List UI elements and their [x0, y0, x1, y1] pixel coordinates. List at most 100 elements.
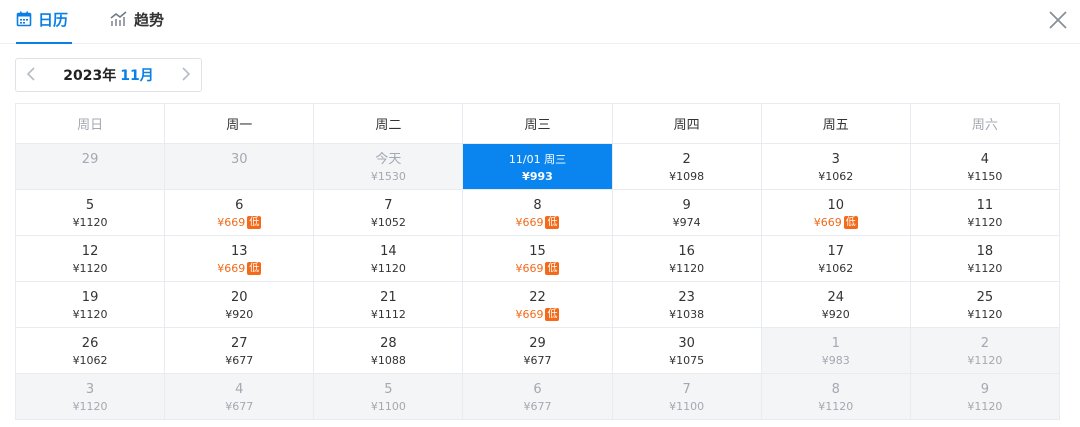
price-value: ¥1120 [72, 308, 108, 321]
day-cell[interactable]: 9 ¥974 [612, 190, 762, 236]
day-cell[interactable]: 2 ¥1120 [910, 328, 1060, 374]
day-price: ¥1062 [762, 260, 910, 277]
day-cell[interactable]: 20 ¥920 [165, 282, 315, 328]
day-cell[interactable]: 30 [165, 144, 315, 190]
low-price-badge: 低 [545, 262, 560, 275]
price-value: ¥669 [515, 262, 544, 275]
day-cell[interactable]: 3 ¥1062 [761, 144, 911, 190]
day-cell[interactable]: 15 ¥669 低 [463, 236, 613, 282]
low-price-badge: 低 [545, 308, 560, 321]
price-value: ¥669 [217, 216, 246, 229]
day-price: ¥1038 [613, 306, 761, 323]
price-value: ¥1120 [72, 262, 108, 275]
week-row: 3 ¥1120 4 ¥677 5 ¥1100 6 ¥677 7 ¥1100 8 ¥1120 9 ¥1120 [16, 374, 1060, 420]
next-month-button[interactable] [171, 59, 201, 91]
day-price: ¥1120 [16, 398, 164, 415]
day-cell-selected[interactable]: 11/01 周三 ¥993 [463, 144, 613, 190]
day-cell[interactable]: 29 [16, 144, 166, 190]
day-cell[interactable]: 2 ¥1098 [612, 144, 762, 190]
day-cell[interactable]: 13 ¥669 低 [165, 236, 315, 282]
price-value: ¥1062 [818, 262, 854, 275]
tab-calendar[interactable]: 日历 [16, 8, 72, 44]
day-cell[interactable]: 8 ¥669 低 [463, 190, 613, 236]
day-cell[interactable]: 8 ¥1120 [761, 374, 911, 420]
day-cell[interactable]: 17 ¥1062 [761, 236, 911, 282]
price-value: ¥1120 [669, 262, 705, 275]
trend-icon [110, 8, 128, 31]
day-price: ¥669 低 [165, 214, 313, 231]
day-number: 14 [380, 244, 397, 259]
day-price: ¥669 低 [463, 306, 611, 323]
month-selector: 2023年 11月 [15, 58, 202, 92]
day-cell[interactable]: 5 ¥1120 [16, 190, 166, 236]
day-cell[interactable]: 25 ¥1120 [910, 282, 1060, 328]
day-price: ¥1062 [762, 168, 910, 185]
day-price: ¥1120 [911, 398, 1059, 415]
price-value: ¥1038 [669, 308, 705, 321]
day-cell[interactable]: 4 ¥1150 [910, 144, 1060, 190]
day-cell[interactable]: 21 ¥1112 [314, 282, 464, 328]
day-cell[interactable]: 3 ¥1120 [16, 374, 166, 420]
chevron-left-icon [26, 65, 36, 86]
day-price: ¥677 [463, 398, 611, 415]
price-value: ¥983 [821, 354, 850, 367]
day-number: 3 [85, 382, 95, 397]
day-number: 17 [827, 244, 845, 259]
day-number: 4 [235, 382, 244, 397]
day-cell[interactable]: 10 ¥669 低 [761, 190, 911, 236]
day-price: ¥1112 [314, 306, 462, 323]
day-cell[interactable]: 29 ¥677 [463, 328, 613, 374]
day-cell[interactable]: 6 ¥669 低 [165, 190, 315, 236]
day-cell[interactable]: 7 ¥1052 [314, 190, 464, 236]
tab-trend[interactable]: 趋势 [110, 8, 164, 44]
close-button[interactable] [1048, 10, 1068, 30]
low-price-badge: 低 [545, 216, 560, 229]
day-cell[interactable]: 6 ¥677 [463, 374, 613, 420]
price-value: ¥1120 [72, 216, 108, 229]
calendar-icon [16, 8, 32, 31]
day-cell[interactable]: 28 ¥1088 [314, 328, 464, 374]
day-price: ¥677 [165, 398, 313, 415]
day-cell[interactable]: 26 ¥1062 [16, 328, 166, 374]
day-number: 7 [384, 198, 393, 213]
day-cell[interactable]: 7 ¥1100 [612, 374, 762, 420]
day-cell[interactable]: 1 ¥983 [761, 328, 911, 374]
day-price: ¥1120 [314, 260, 462, 277]
day-cell[interactable]: 16 ¥1120 [612, 236, 762, 282]
day-cell[interactable]: 24 ¥920 [761, 282, 911, 328]
day-cell[interactable]: 11 ¥1120 [910, 190, 1060, 236]
day-cell[interactable]: 19 ¥1120 [16, 282, 166, 328]
day-cell[interactable]: 27 ¥677 [165, 328, 315, 374]
price-value: ¥1120 [72, 400, 108, 413]
day-number: 10 [827, 198, 845, 213]
day-price: ¥1120 [16, 260, 164, 277]
price-value: ¥1120 [967, 400, 1003, 413]
day-cell[interactable]: 22 ¥669 低 [463, 282, 613, 328]
day-price: ¥1052 [314, 214, 462, 231]
low-price-badge: 低 [247, 216, 262, 229]
day-cell[interactable]: 30 ¥1075 [612, 328, 762, 374]
day-number: 5 [85, 198, 95, 213]
day-cell[interactable]: 14 ¥1120 [314, 236, 464, 282]
day-price: ¥677 [165, 352, 313, 369]
price-value: ¥677 [225, 354, 254, 367]
price-value: ¥677 [523, 400, 552, 413]
day-number: 6 [533, 382, 542, 397]
price-value: ¥677 [225, 400, 254, 413]
day-cell[interactable]: 今天 ¥1530 [314, 144, 464, 190]
day-cell[interactable]: 23 ¥1038 [612, 282, 762, 328]
week-row: 12 ¥1120 13 ¥669 低 14 ¥1120 15 ¥669 低 16 ¥1120 17 ¥10… [16, 236, 1060, 282]
day-number: 29 [529, 336, 546, 351]
day-cell[interactable]: 9 ¥1120 [910, 374, 1060, 420]
prev-month-button[interactable] [16, 59, 46, 91]
price-value: ¥1120 [370, 262, 406, 275]
day-cell[interactable]: 5 ¥1100 [314, 374, 464, 420]
weekday-label: 周四 [612, 104, 762, 144]
day-number: 30 [678, 336, 695, 351]
day-cell[interactable]: 12 ¥1120 [16, 236, 166, 282]
day-price: ¥1120 [911, 214, 1059, 231]
weekday-label: 周日 [16, 104, 166, 144]
day-cell[interactable]: 4 ¥677 [165, 374, 315, 420]
day-cell[interactable]: 18 ¥1120 [910, 236, 1060, 282]
price-value: ¥1052 [370, 216, 406, 229]
